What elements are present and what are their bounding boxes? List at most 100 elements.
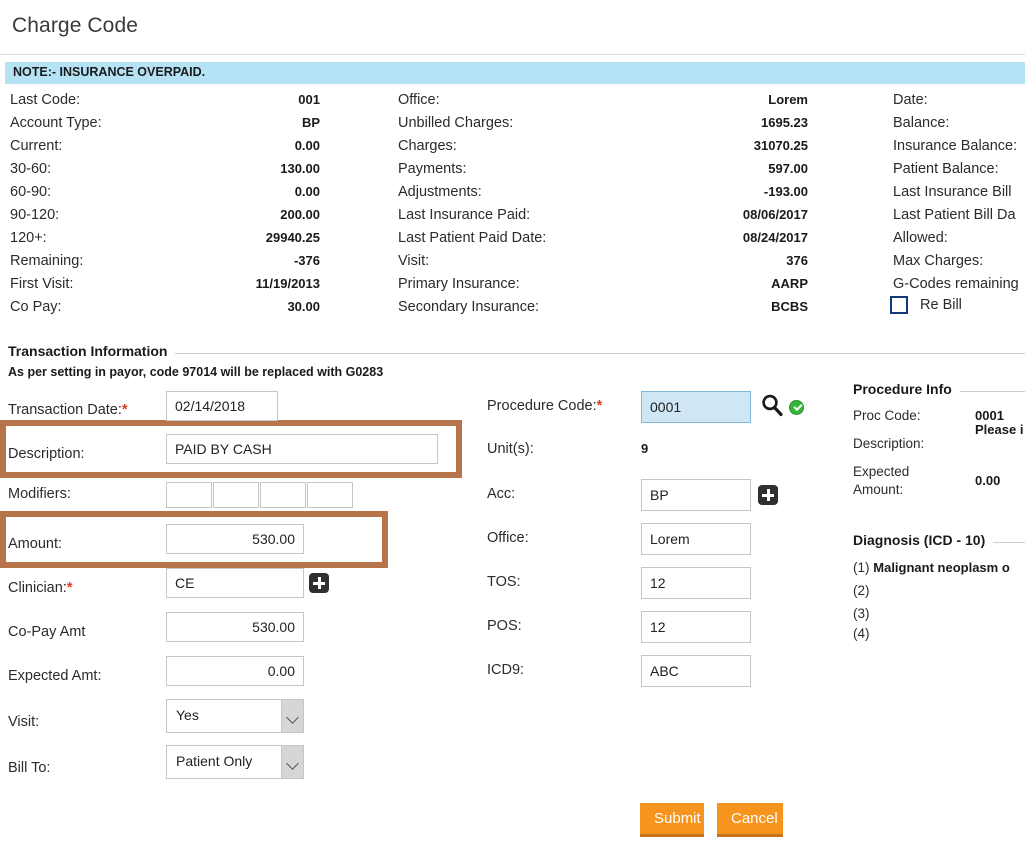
- summary-row: Adjustments: -193.00: [398, 180, 808, 203]
- summary-row: Primary Insurance: AARP: [398, 272, 808, 295]
- summary-value: -193.00: [763, 184, 808, 199]
- pos-input[interactable]: [641, 611, 751, 643]
- summary-row: Current: 0.00: [10, 134, 320, 157]
- amount-label: Amount:: [8, 536, 62, 552]
- summary-value: BP: [301, 115, 320, 130]
- chevron-down-icon[interactable]: [281, 746, 303, 778]
- summary-row: Co Pay: 30.00: [10, 295, 320, 318]
- summary-row: Visit: 376: [398, 249, 808, 272]
- summary-row: Last Patient Paid Date: 08/24/2017: [398, 226, 808, 249]
- description-input[interactable]: [166, 434, 438, 464]
- modifier-input-3[interactable]: [260, 482, 306, 508]
- summary-label: Last Code:: [10, 92, 81, 108]
- transaction-date-input[interactable]: [166, 391, 278, 421]
- summary-row: 30-60: 130.00: [10, 157, 320, 180]
- summary-value: 0.00: [294, 184, 320, 199]
- summary-column-2: Office: Lorem Unbilled Charges: 1695.23 Ch…: [398, 88, 808, 318]
- submit-button[interactable]: Submit: [640, 803, 704, 837]
- summary-row: Payments: 597.00: [398, 157, 808, 180]
- procedure-info-title: Procedure Info: [853, 381, 952, 397]
- summary-label: 90-120:: [10, 207, 60, 223]
- search-icon[interactable]: [760, 393, 784, 417]
- summary-row: 90-120: 200.00: [10, 203, 320, 226]
- summary-label: Unbilled Charges:: [398, 115, 514, 131]
- summary-row: Unbilled Charges: 1695.23: [398, 111, 808, 134]
- rebill-checkbox[interactable]: [890, 296, 908, 314]
- visit-select-value: Yes: [176, 707, 199, 723]
- summary-row: 120+: 29940.25: [10, 226, 320, 249]
- pos-label: POS:: [487, 618, 522, 634]
- page-title: Charge Code: [12, 14, 139, 37]
- required-asterisk: *: [66, 580, 73, 596]
- summary-label: Charges:: [398, 138, 457, 154]
- summary-value: 08/24/2017: [742, 230, 808, 245]
- summary-label: Secondary Insurance:: [398, 299, 540, 315]
- icd9-input[interactable]: [641, 655, 751, 687]
- summary-label: Insurance Balance:: [893, 138, 1018, 154]
- summary-label: Balance:: [893, 115, 950, 131]
- modifier-input-2[interactable]: [213, 482, 259, 508]
- visit-select[interactable]: Yes: [166, 699, 304, 733]
- summary-value: 200.00: [280, 207, 320, 222]
- summary-column-1: Last Code: 001 Account Type: BP Current: 0.…: [10, 88, 320, 318]
- diagnosis-heading: Diagnosis (ICD - 10): [853, 532, 1025, 548]
- rebill-label: Re Bill: [920, 297, 962, 313]
- summary-label: First Visit:: [10, 276, 74, 292]
- summary-row: G-Codes remaining: [893, 272, 1025, 295]
- summary-label: Date:: [893, 92, 928, 108]
- summary-label: G-Codes remaining: [893, 276, 1019, 292]
- summary-label: Office:: [398, 92, 440, 108]
- acc-label: Acc:: [487, 486, 516, 502]
- summary-row: Allowed:: [893, 226, 1025, 249]
- bill-to-label: Bill To:: [8, 760, 51, 776]
- clinician-input[interactable]: [166, 568, 304, 598]
- proc-description-value: Please i is for te: [975, 422, 1025, 437]
- page-header: Charge Code: [0, 0, 1025, 55]
- diagnosis-item: (2): [853, 583, 870, 598]
- tos-label: TOS:: [487, 574, 521, 590]
- section-divider: [175, 352, 1025, 354]
- transaction-note: As per setting in payor, code 97014 will…: [8, 365, 384, 379]
- summary-value: 376: [786, 253, 808, 268]
- chevron-down-icon[interactable]: [281, 700, 303, 732]
- diagnosis-index: (1): [853, 560, 870, 575]
- valid-check-icon: [789, 400, 804, 415]
- modifier-input-4[interactable]: [307, 482, 353, 508]
- summary-value: 08/06/2017: [742, 207, 808, 222]
- transaction-section-title: Transaction Information: [8, 343, 168, 359]
- expected-amt-input[interactable]: [166, 656, 304, 686]
- proc-code-label: Proc Code:: [853, 408, 921, 423]
- diagnosis-index: (4): [853, 626, 870, 641]
- required-asterisk: *: [596, 398, 603, 414]
- proc-expected-amount-label: Expected Amount:: [853, 464, 910, 497]
- diagnosis-item: (4): [853, 626, 870, 641]
- add-acc-plus-icon[interactable]: [758, 485, 778, 505]
- bill-to-select[interactable]: Patient Only: [166, 745, 304, 779]
- tos-input[interactable]: [641, 567, 751, 599]
- transaction-date-label: Transaction Date:*: [8, 402, 128, 418]
- summary-label: Remaining:: [10, 253, 84, 269]
- summary-label: 30-60:: [10, 161, 52, 177]
- bill-to-select-value: Patient Only: [176, 753, 253, 769]
- units-label: Unit(s):: [487, 441, 534, 457]
- procedure-code-input[interactable]: [641, 391, 751, 423]
- modifier-input-1[interactable]: [166, 482, 212, 508]
- summary-label: Max Charges:: [893, 253, 984, 269]
- summary-row: Office: Lorem: [398, 88, 808, 111]
- add-clinician-plus-icon[interactable]: [309, 573, 329, 593]
- summary-label: Last Patient Paid Date:: [398, 230, 547, 246]
- amount-input[interactable]: [166, 524, 304, 554]
- summary-value: 11/19/2013: [255, 276, 320, 291]
- account-summary: Last Code: 001 Account Type: BP Current: 0.…: [0, 88, 1025, 330]
- summary-row: Last Insurance Bill: [893, 180, 1025, 203]
- copay-amt-input[interactable]: [166, 612, 304, 642]
- summary-label: Payments:: [398, 161, 467, 177]
- office-input[interactable]: [641, 523, 751, 555]
- summary-row: Account Type: BP: [10, 111, 320, 134]
- cancel-button[interactable]: Cancel: [717, 803, 783, 837]
- acc-input[interactable]: [641, 479, 751, 511]
- summary-value: Lorem: [768, 92, 808, 107]
- transaction-section-heading: Transaction Information: [8, 343, 1025, 359]
- summary-row: Date:: [893, 88, 1025, 111]
- summary-label: Visit:: [398, 253, 430, 269]
